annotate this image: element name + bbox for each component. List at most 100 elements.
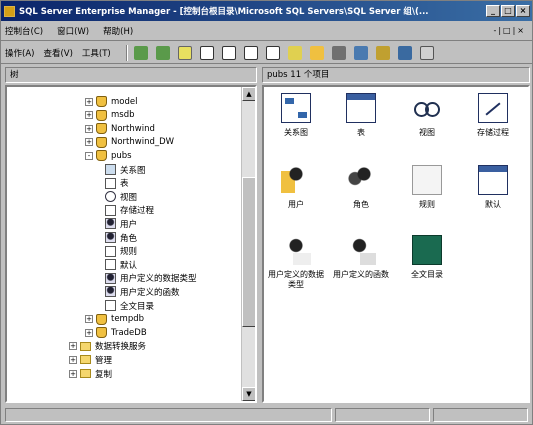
content-item[interactable]: 用户定义的数据类型: [266, 235, 326, 290]
back-icon[interactable]: [133, 45, 148, 60]
menu-action[interactable]: 操作(A): [5, 47, 34, 59]
tree-item[interactable]: 默认: [105, 258, 137, 271]
expand-icon[interactable]: +: [69, 355, 77, 364]
tree-item[interactable]: 全文目录: [105, 299, 154, 312]
tree-item-label: 复制: [95, 369, 113, 380]
minimize-button[interactable]: _: [486, 5, 500, 17]
content-item[interactable]: 默认: [463, 165, 523, 210]
tree-item[interactable]: 关系图: [105, 163, 146, 176]
content-item[interactable]: 用户定义的函数: [331, 235, 391, 280]
tree-item-label: model: [111, 96, 138, 107]
content-item[interactable]: 表: [331, 93, 391, 138]
tree-item[interactable]: + tempdb: [85, 313, 144, 326]
tree-item[interactable]: + TradeDB: [85, 326, 147, 339]
tree-item-label: pubs: [111, 150, 132, 161]
view-icon: [412, 93, 442, 123]
tree-item[interactable]: 用户定义的函数: [105, 285, 180, 298]
database-icon: [96, 109, 107, 121]
collapse-icon[interactable]: -: [85, 151, 93, 160]
content-item-label: 规则: [419, 200, 435, 209]
menu-console[interactable]: 控制台(C): [5, 25, 43, 37]
tree-item[interactable]: 用户: [105, 217, 137, 230]
tree-item[interactable]: 角色: [105, 231, 137, 244]
menu-window[interactable]: 窗口(W): [57, 25, 89, 37]
show-tree-icon[interactable]: [199, 45, 214, 60]
tool-icon-b[interactable]: [397, 45, 412, 60]
database-icon: [96, 136, 107, 148]
tree-item[interactable]: 存储过程: [105, 204, 154, 217]
status-cell-main: [5, 408, 332, 422]
database-icon: [96, 150, 107, 162]
content-item[interactable]: 视图: [397, 93, 457, 138]
menu-bar: 控制台(C) 窗口(W) 帮助(H) -|□|×: [1, 21, 532, 41]
content-pane[interactable]: 关系图 表 视图 存储过程用户 角色 规则 默认用户定义的数据类型 用户定义的函数 全文目录: [262, 85, 530, 403]
tree-item[interactable]: + msdb: [85, 109, 135, 122]
content-item[interactable]: 规则: [397, 165, 457, 210]
tree-item-label: 用户定义的函数: [120, 287, 180, 298]
tree-item-label: 全文目录: [120, 301, 155, 312]
expand-icon[interactable]: +: [85, 328, 93, 337]
tree-item[interactable]: 表: [105, 177, 129, 190]
content-item-label: 用户定义的数据类型: [268, 270, 324, 289]
tree-item[interactable]: 用户定义的数据类型: [105, 272, 197, 285]
tree-item[interactable]: + 管理: [69, 353, 112, 366]
table-icon: [346, 93, 376, 123]
export-list-icon[interactable]: [265, 45, 280, 60]
expand-icon[interactable]: +: [69, 342, 77, 351]
register-server-icon[interactable]: [353, 45, 368, 60]
maximize-button[interactable]: □: [501, 5, 515, 17]
status-cell-2: [334, 408, 430, 422]
help-icon[interactable]: [287, 45, 302, 60]
tree-item[interactable]: + 数据转换服务: [69, 340, 146, 353]
tree-item[interactable]: 规则: [105, 245, 137, 258]
new-item-icon[interactable]: [309, 45, 324, 60]
scroll-up-arrow[interactable]: ▲: [242, 87, 255, 101]
scroll-down-arrow[interactable]: ▼: [242, 387, 255, 401]
expand-icon[interactable]: +: [85, 315, 93, 324]
tree-item[interactable]: + Northwind_DW: [85, 136, 174, 149]
content-item[interactable]: 角色: [331, 165, 391, 210]
expand-icon[interactable]: +: [85, 138, 93, 147]
content-item[interactable]: 全文目录: [397, 235, 457, 280]
folder-icon: [80, 341, 91, 351]
content-item[interactable]: 用户: [266, 165, 326, 210]
page-icon: [105, 204, 116, 216]
tree-item[interactable]: + Northwind: [85, 122, 155, 135]
tree-item[interactable]: 视图: [105, 190, 137, 203]
content-item[interactable]: 存储过程: [463, 93, 523, 138]
menu-help[interactable]: 帮助(H): [103, 25, 133, 37]
person-icon: [105, 232, 116, 243]
role-icon: [346, 165, 376, 195]
expand-icon[interactable]: +: [85, 124, 93, 133]
folder-icon: [80, 355, 91, 365]
tool-icon-c[interactable]: [419, 45, 434, 60]
tree-item[interactable]: - pubs: [85, 149, 132, 162]
content-item-label: 关系图: [284, 128, 308, 137]
menu-view[interactable]: 查看(V): [43, 47, 72, 59]
wizard-icon[interactable]: [331, 45, 346, 60]
tree-item[interactable]: + 复制: [69, 367, 112, 380]
tool-icon-a[interactable]: [375, 45, 390, 60]
content-item[interactable]: 关系图: [266, 93, 326, 138]
scroll-thumb[interactable]: [242, 177, 255, 327]
tree-vertical-scrollbar[interactable]: ▲ ▼: [241, 87, 255, 401]
properties-icon[interactable]: [221, 45, 236, 60]
title-bar[interactable]: SQL Server Enterprise Manager - [控制台根目录\…: [1, 1, 532, 21]
tree-pane[interactable]: + model + msdb + Northwind + Northwind_DW - pubs 关…: [5, 85, 257, 403]
forward-icon[interactable]: [155, 45, 170, 60]
close-button[interactable]: ×: [516, 5, 530, 17]
refresh-icon[interactable]: [243, 45, 258, 60]
person-icon: [105, 286, 116, 298]
tree-item-label: 用户: [120, 219, 138, 230]
tree-item[interactable]: + model: [85, 95, 137, 108]
tree-item-label: msdb: [111, 110, 135, 121]
mdi-controls[interactable]: -|□|×: [493, 26, 526, 35]
expand-icon[interactable]: +: [85, 111, 93, 120]
status-bar: [1, 406, 532, 424]
stored-procedure-icon: [478, 93, 508, 123]
menu-tools[interactable]: 工具(T): [82, 47, 111, 59]
app-window: SQL Server Enterprise Manager - [控制台根目录\…: [0, 0, 533, 425]
expand-icon[interactable]: +: [85, 97, 93, 106]
up-folder-icon[interactable]: [177, 45, 192, 60]
expand-icon[interactable]: +: [69, 369, 77, 378]
